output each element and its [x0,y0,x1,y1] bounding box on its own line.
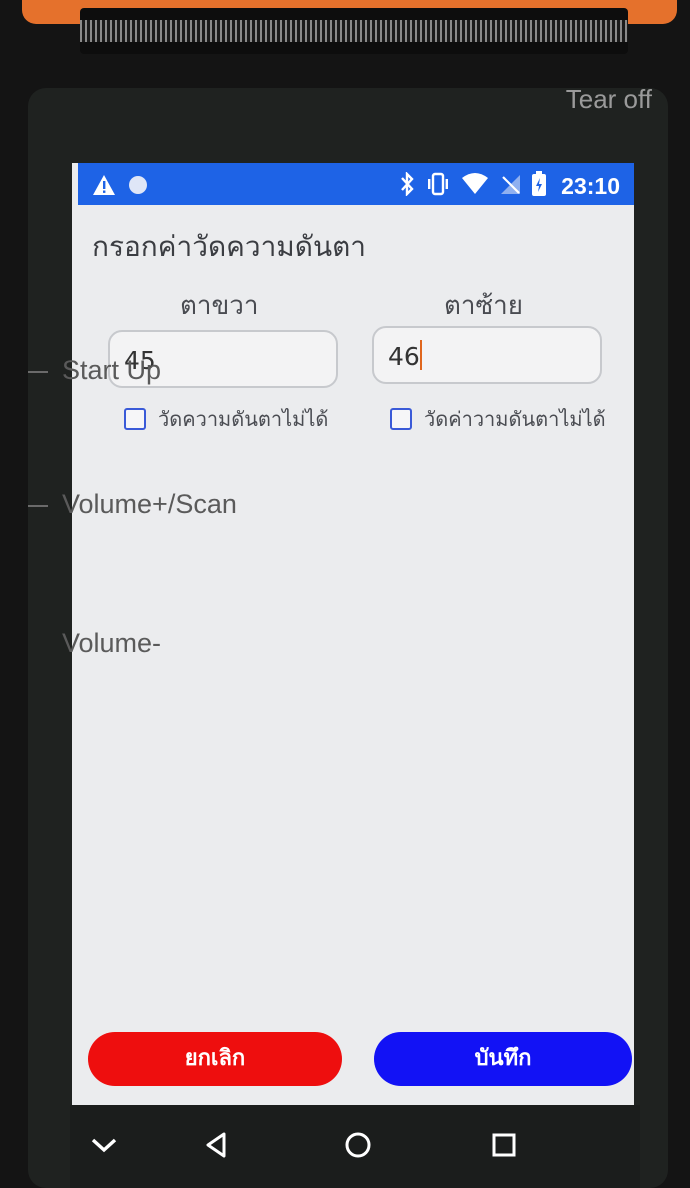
left-eye-unable-label: วัดค่าวามดันตาไม่ได้ [424,407,606,431]
tear-off-label: Tear off [565,84,652,114]
no-signal-icon [499,173,521,199]
start-up-label: Start Up [62,355,162,385]
back-icon[interactable] [200,1129,232,1165]
home-icon[interactable] [342,1129,374,1165]
status-time: 23:10 [561,172,620,199]
printer-slot [80,8,628,54]
left-eye-pressure-value: 46 [388,342,420,371]
battery-icon [531,171,547,201]
left-eye-unable-checkbox[interactable] [390,408,412,430]
right-eye-unable-label: วัดความดันตาไม่ได้ [158,407,329,431]
left-eye-pressure-input[interactable]: 46 [372,326,602,384]
recents-icon[interactable] [488,1129,520,1165]
bluetooth-icon [399,171,415,200]
text-cursor [419,340,422,370]
vibrate-icon [425,172,451,200]
collapse-chevron-icon[interactable] [88,1129,120,1165]
left-eye-unable-row[interactable]: วัดค่าวามดันตาไม่ได้ [390,403,606,435]
volume-down-label: Volume- [62,628,162,658]
left-eye-label: ตาซ้าย [444,291,523,321]
right-eye-unable-row[interactable]: วัดความดันตาไม่ได้ [124,403,328,435]
save-button[interactable]: บันทึก [374,1032,632,1086]
start-up-marker [28,371,48,373]
circle-notification-icon [128,175,148,199]
navigation-bar [70,1105,640,1188]
wifi-icon [461,173,489,199]
right-eye-unable-checkbox[interactable] [124,408,146,430]
warning-icon [92,174,116,200]
page-title: กรอกค่าวัดความดันตา [92,230,366,263]
status-bar: 23:10 [78,163,634,205]
cancel-button[interactable]: ยกเลิก [88,1032,342,1086]
volume-up-marker [28,505,48,507]
volume-up-scan-label: Volume+/Scan [62,489,237,519]
right-eye-label: ตาขวา [180,291,259,321]
